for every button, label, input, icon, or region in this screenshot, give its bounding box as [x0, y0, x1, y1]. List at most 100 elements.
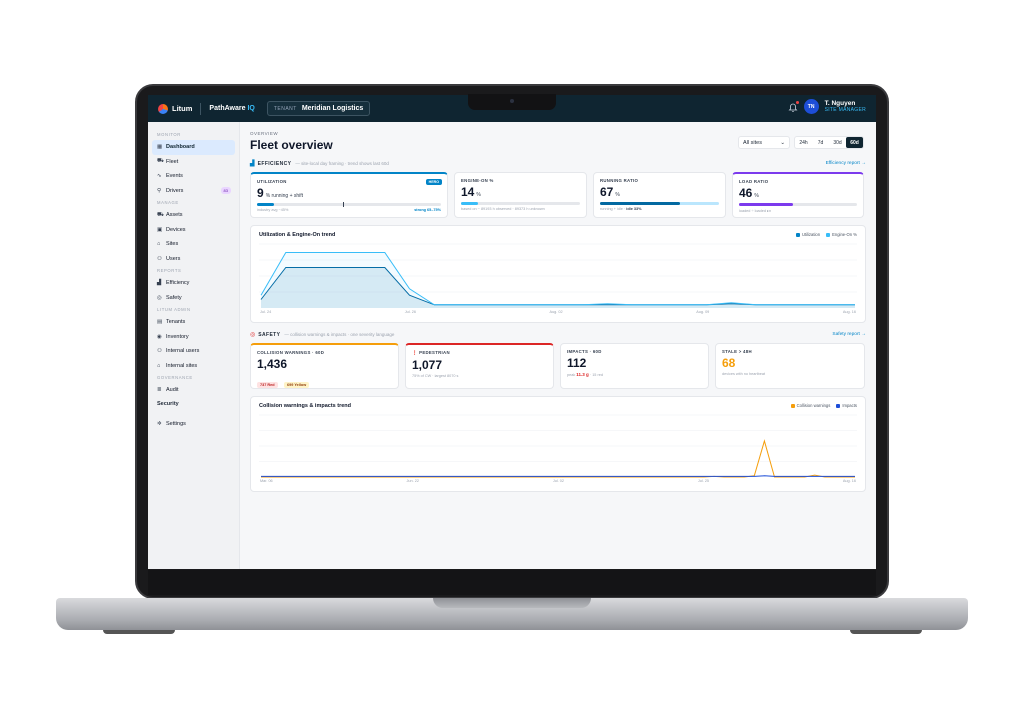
- collision-chart-card: Collision warnings & impacts trend Colli…: [250, 396, 866, 492]
- sidebar-item-assets[interactable]: ⛟ Assets: [152, 208, 235, 223]
- utilization-chart: [259, 243, 857, 308]
- user-name: T. Nguyen: [824, 100, 856, 107]
- range-24h[interactable]: 24h: [795, 137, 812, 148]
- sidebar-item-inventory[interactable]: ◉ Inventory: [152, 330, 235, 345]
- avatar[interactable]: TN: [803, 99, 819, 114]
- engine-on-value: 14%: [461, 185, 481, 199]
- site-select[interactable]: All sites ⌄: [738, 136, 790, 149]
- sidebar-item-tenants[interactable]: ▤ Tenants: [152, 315, 235, 330]
- sidebar-item-security[interactable]: Security: [152, 398, 235, 411]
- engine-on-card[interactable]: ENGINE-ON % 14% based on ~ 89193 h obser…: [454, 172, 587, 218]
- legend-utilization[interactable]: Utilization: [795, 232, 820, 237]
- sidebar-item-devices[interactable]: ▣ Devices: [152, 223, 235, 238]
- drivers-count-badge: 83: [220, 187, 231, 195]
- chevron-down-icon: ⌄: [780, 139, 785, 146]
- card-label: UTILIZATION: [257, 179, 287, 184]
- series-line-collision-warnings: [261, 439, 855, 478]
- sidebar-item-internal-sites[interactable]: ⌂ Internal sites: [152, 359, 235, 374]
- sidebar-item-dashboard[interactable]: ▦ Dashboard: [152, 140, 235, 155]
- sidebar-item-internal-users[interactable]: ⚇ Internal users: [152, 344, 235, 359]
- bar-chart-icon: ▟: [157, 280, 162, 287]
- laptop-base-notch: [433, 598, 591, 608]
- severity-pills: 737 Red 699 Yellow: [257, 373, 392, 391]
- load-ratio-card[interactable]: LOAD RATIO 46% loaded ÷ loaded ▸n: [732, 172, 864, 218]
- sidebar-item-drivers[interactable]: ⚲ Drivers 83: [152, 184, 235, 199]
- yellow-count-pill: 699 Yellow: [284, 382, 310, 388]
- truck-icon: ⛟: [157, 211, 164, 218]
- efficiency-section-header: ▟ EFFICIENCY — site-local day framing · …: [250, 160, 866, 168]
- engine-on-note: based on ~ 89193 h observed · 89373 h un…: [461, 206, 545, 211]
- impacts-card[interactable]: IMPACTS · 60D 112 peak 11.3 g · 15 red: [560, 343, 709, 389]
- collision-chart: [259, 414, 857, 478]
- tick-label: Aug. 16: [842, 310, 856, 314]
- card-label: ENGINE-ON %: [461, 178, 494, 183]
- safety-section-header: ◎ SAFETY — collision warnings & impacts …: [250, 331, 866, 339]
- card-label: ❗ PEDESTRIAN: [412, 350, 450, 355]
- legend-engine-on[interactable]: Engine-On %: [826, 232, 857, 237]
- laptop-foot-right: [850, 630, 922, 634]
- tick-label: Jul. 25: [697, 479, 710, 483]
- bell-icon[interactable]: [788, 100, 799, 112]
- legend-collision-warnings[interactable]: Collision warnings: [790, 403, 830, 408]
- x-axis: Jul. 24 Jul. 26 Aug. 02 Aug. 09 Aug. 16: [259, 310, 857, 314]
- sidebar-section-monitor: MONITOR: [157, 132, 181, 137]
- tick-label: Jul. 02: [552, 479, 565, 483]
- safety-subtitle: — collision warnings & impacts · one sev…: [284, 332, 395, 337]
- sidebar-item-audit[interactable]: ≣ Audit: [152, 383, 235, 398]
- card-label: LOAD RATIO: [739, 179, 769, 184]
- tenant-name: Meridian Logistics: [301, 105, 364, 112]
- product-name: PathAware IQ: [209, 105, 255, 112]
- sidebar-section-governance: GOVERNANCE: [157, 375, 193, 380]
- running-ratio-progress: [600, 202, 719, 205]
- tick-label: Jul. 26: [404, 310, 416, 314]
- tick-label: Jun. 22: [406, 479, 419, 483]
- building-icon: ⌂: [157, 241, 161, 248]
- legend-impacts[interactable]: Impacts: [836, 403, 857, 408]
- engine-on-progress: [461, 202, 580, 205]
- main-content: OVERVIEW Fleet overview All sites ⌄ 24h 7…: [240, 122, 876, 569]
- brand-name[interactable]: Litum: [172, 104, 192, 113]
- utilization-card[interactable]: UTILIZATION HERO 9% running + shift indu…: [250, 172, 448, 218]
- efficiency-report-link[interactable]: Efficiency report →: [826, 161, 866, 166]
- inventory-icon: ◉: [157, 333, 162, 340]
- sidebar-item-efficiency[interactable]: ▟ Efficiency: [152, 276, 235, 291]
- stale-devices-card[interactable]: STALE > 48H 68 devices with no heartbeat: [715, 343, 865, 389]
- sidebar-item-safety[interactable]: ◎ Safety: [152, 291, 235, 306]
- dashboard-icon: ▦: [157, 144, 163, 151]
- range-7d[interactable]: 7d: [812, 137, 829, 148]
- tick-label: Aug. 02: [549, 310, 563, 314]
- pedestrian-card[interactable]: ❗ PEDESTRIAN 1,077 75% of CW · largest 8…: [405, 343, 554, 389]
- sidebar-item-users[interactable]: ⚇ Users: [152, 252, 235, 267]
- sidebar-item-events[interactable]: ∿ Events: [152, 169, 235, 184]
- card-label: STALE > 48H: [722, 349, 752, 354]
- running-ratio-card[interactable]: RUNNING RATIO 67% running + idle · idle …: [593, 172, 726, 218]
- gear-icon: ✲: [157, 420, 162, 427]
- sidebar-section-litum-admin: LITUM ADMIN: [157, 307, 191, 312]
- series-area-engine-on-: [261, 252, 855, 308]
- laptop-chin: [148, 570, 876, 595]
- sidebar-item-settings[interactable]: ✲ Settings: [152, 417, 235, 432]
- sidebar-item-sites[interactable]: ⌂ Sites: [152, 237, 235, 252]
- forklift-icon: ⛟: [157, 158, 164, 165]
- hero-badge: HERO: [425, 179, 442, 185]
- tenant-switcher[interactable]: TENANT Meridian Logistics: [266, 101, 371, 116]
- tick-label: Aug. 09: [696, 310, 710, 314]
- load-ratio-value: 46%: [739, 186, 759, 200]
- card-label: RUNNING RATIO: [600, 178, 639, 183]
- filters: All sites ⌄ 24h 7d 30d 60d: [738, 136, 864, 149]
- audit-icon: ≣: [157, 387, 162, 394]
- users-icon: ⚇: [157, 348, 162, 355]
- range-30d[interactable]: 30d: [829, 137, 846, 148]
- range-60d[interactable]: 60d: [846, 137, 863, 148]
- divider: [200, 102, 202, 115]
- user-role: SITE MANAGER: [824, 107, 866, 113]
- user-menu[interactable]: T. Nguyen SITE MANAGER: [825, 100, 866, 113]
- person-icon: ⚲: [157, 187, 162, 194]
- shield-icon: ◎: [157, 294, 162, 301]
- safety-report-link[interactable]: Safety report →: [832, 332, 866, 337]
- efficiency-subtitle: — site-local day framing · trend shows l…: [295, 161, 389, 166]
- collision-warnings-card[interactable]: COLLISION WARNINGS · 60D 1,436 737 Red 6…: [250, 343, 399, 389]
- sidebar-item-fleet[interactable]: ⛟ Fleet: [152, 155, 235, 170]
- app-screen: Litum PathAware IQ TENANT Meridian Logis…: [148, 95, 876, 569]
- running-ratio-note: running + idle · idle 33%: [600, 206, 642, 211]
